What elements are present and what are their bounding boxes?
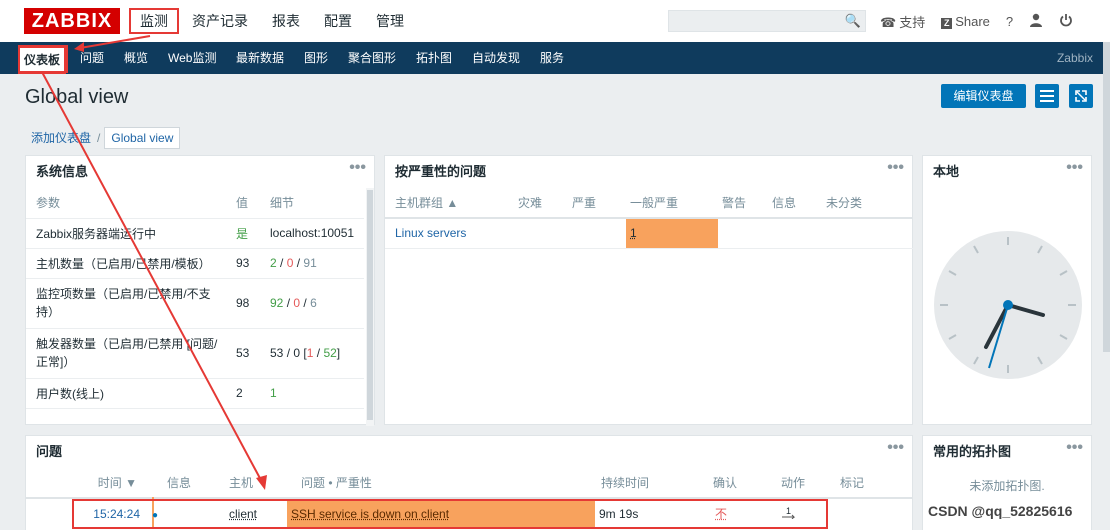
annotation-arrows — [0, 0, 1110, 530]
